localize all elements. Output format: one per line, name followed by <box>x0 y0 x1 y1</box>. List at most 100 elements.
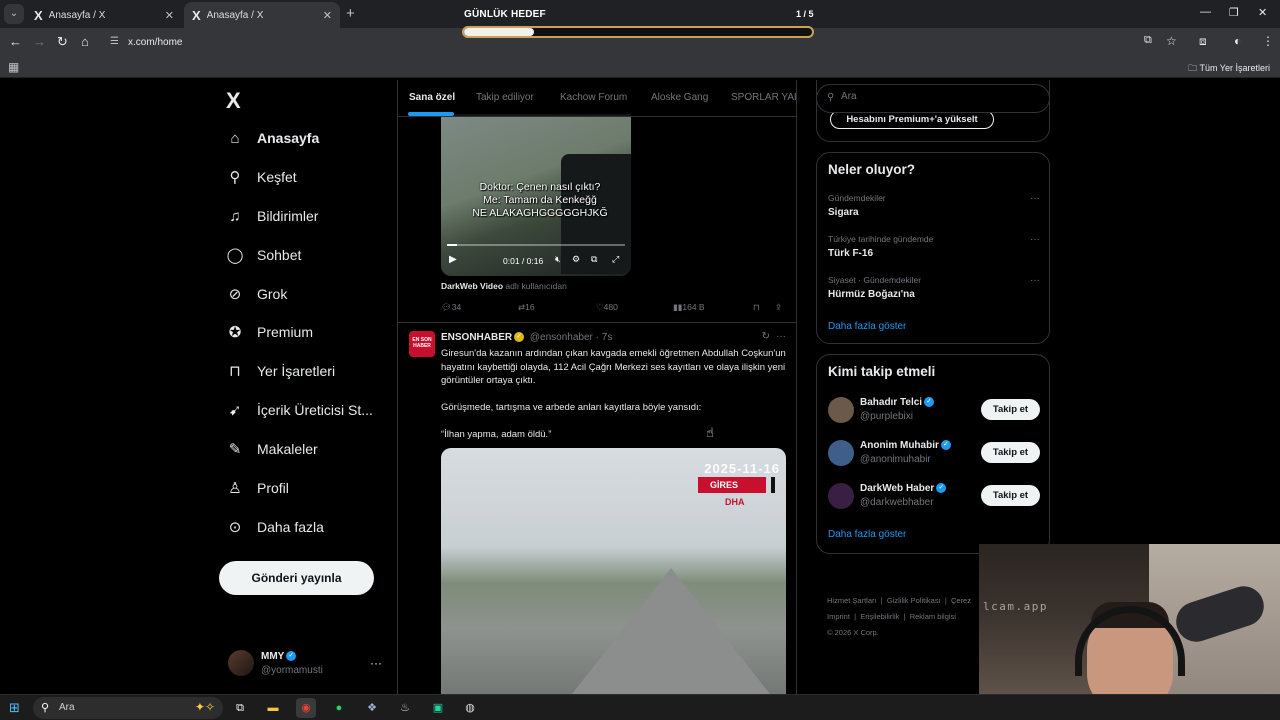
spotify-icon[interactable]: ● <box>329 698 349 718</box>
app-icon[interactable]: ◍ <box>460 698 480 718</box>
minimize-icon[interactable]: — <box>1200 6 1211 18</box>
avatar[interactable]: EN SON HABER <box>409 331 435 357</box>
tab-for-you[interactable]: Sana özel <box>409 92 455 103</box>
tab-following[interactable]: Takip ediliyor <box>476 92 534 103</box>
video-credit-name[interactable]: DarkWeb Video <box>441 281 503 291</box>
file-explorer-icon[interactable]: ▬ <box>263 698 283 718</box>
browser-tab-1[interactable]: X Anasayfa / X ✕ <box>26 2 182 28</box>
video-progress[interactable] <box>447 244 625 246</box>
grok-explain-icon[interactable]: ↻ <box>762 331 770 342</box>
play-icon[interactable]: ▶ <box>449 254 457 265</box>
post-button[interactable]: Gönderi yayınla <box>219 561 374 595</box>
sidebar-item-creator-studio[interactable]: ➹ İçerik Üreticisi St... <box>226 397 373 423</box>
restore-icon[interactable]: ❐ <box>1229 6 1239 19</box>
taskbar-search[interactable]: ⚲ Ara ✦✧ <box>33 697 223 719</box>
pip-icon[interactable]: ⧉ <box>591 254 597 265</box>
follow-suggestion[interactable]: DarkWeb Haber ✓ @darkwebhaber Takip et <box>828 481 1040 511</box>
follow-button[interactable]: Takip et <box>981 485 1040 506</box>
follow-button[interactable]: Takip et <box>981 399 1040 420</box>
views-button[interactable]: ▮▮ 164 B <box>673 302 705 313</box>
search-input[interactable] <box>841 91 1031 102</box>
tab-sporlar[interactable]: SPORLAR YAP <box>731 92 796 103</box>
account-name-row: MMY ✓ <box>261 651 297 662</box>
new-tab-button[interactable]: + <box>346 5 355 22</box>
repost-button[interactable]: ⇄ 16 <box>518 302 535 313</box>
account-menu-icon[interactable]: ··· <box>370 656 382 670</box>
forward-icon[interactable]: → <box>33 34 46 49</box>
site-info-icon[interactable]: ☰ <box>110 36 119 47</box>
tab-aloske-gang[interactable]: Aloske Gang <box>651 92 708 103</box>
footer-link-privacy[interactable]: Gizlilik Politikası <box>887 596 941 605</box>
follow-suggestion[interactable]: Bahadır Telci ✓ @purplebixi Takip et <box>828 395 1040 425</box>
reload-icon[interactable]: ↻ <box>57 34 68 50</box>
app-icon[interactable]: ▣ <box>428 698 448 718</box>
bookmark-tweet-icon[interactable]: ⊓ <box>753 302 760 313</box>
sidebar-item-more[interactable]: ⊙ Daha fazla <box>226 514 324 540</box>
footer-link-terms[interactable]: Hizmet Şartları <box>827 596 877 605</box>
cast-icon[interactable]: ⧉ <box>1144 34 1152 47</box>
reply-button[interactable]: 💬︎ 34 <box>441 302 461 313</box>
follow-button[interactable]: Takip et <box>981 442 1040 463</box>
share-icon[interactable]: ⇪ <box>775 302 782 313</box>
task-view-icon[interactable]: ⧉ <box>230 698 250 718</box>
close-window-icon[interactable]: ✕ <box>1258 6 1267 19</box>
sidebar-item-chat[interactable]: ◯ Sohbet <box>226 242 302 268</box>
tweet-video[interactable]: Doktor: Çenen nasıl çıktı? Me: Tamam da K… <box>441 114 631 276</box>
app-icon[interactable]: ❖ <box>362 698 382 718</box>
all-bookmarks-link[interactable]: 🗀 Tüm Yer İşaretleri <box>1188 61 1270 77</box>
mute-icon[interactable]: 🔇︎ <box>555 254 561 265</box>
tweet-video-thumbnail[interactable]: 2025-11-16 GİRES DHA <box>441 448 786 694</box>
search-icon: ⚲ <box>827 92 835 103</box>
footer-link-ads-info[interactable]: Reklam bilgisi <box>910 612 956 621</box>
tweet-more-icon[interactable]: ··· <box>776 331 786 342</box>
tweet-header: ENSONHABER ✓ @ensonhaber · 7s <box>441 332 612 343</box>
tab-kachow-forum[interactable]: Kachow Forum <box>560 92 627 103</box>
back-icon[interactable]: ← <box>9 34 22 49</box>
browser-tab-2[interactable]: X Anasayfa / X ✕ <box>184 2 340 28</box>
trend-more-icon[interactable]: ··· <box>1030 275 1040 286</box>
browser-menu-icon[interactable]: ⋮ <box>1262 34 1274 48</box>
footer-link-accessibility[interactable]: Erişilebilirlik <box>860 612 899 621</box>
footer-link-cookies[interactable]: Çerez <box>951 596 971 605</box>
windows-start-icon[interactable]: ⊞ <box>9 700 20 716</box>
sidebar-item-grok[interactable]: ⊘ Grok <box>226 281 288 307</box>
chrome-icon[interactable]: ◉ <box>296 698 316 718</box>
sidebar-item-notifications[interactable]: ♫ Bildirimler <box>226 203 318 229</box>
fullscreen-icon[interactable]: ⤢ <box>612 254 619 265</box>
x-logo[interactable]: X <box>226 88 241 114</box>
account-switcher[interactable]: MMY ✓ @yormamusti ··· <box>228 650 386 680</box>
tweet[interactable]: EN SON HABER ENSONHABER ✓ @ensonhaber · 7… <box>398 323 796 694</box>
footer-link-imprint[interactable]: Imprint <box>827 612 850 621</box>
trend-item[interactable]: Türkiye tarihinde gündemde Türk F-16 ··· <box>828 234 1040 259</box>
steam-icon[interactable]: ♨ <box>395 698 415 718</box>
tweet-author[interactable]: ENSONHABER <box>441 332 512 343</box>
trend-more-icon[interactable]: ··· <box>1030 193 1040 204</box>
verified-badge-icon: ✓ <box>514 332 525 343</box>
sidebar-item-explore[interactable]: ⚲ Keşfet <box>226 164 297 190</box>
sidebar-item-home[interactable]: ⌂ Anasayfa <box>226 125 319 151</box>
who-to-follow-show-more-link[interactable]: Daha fazla göster <box>828 529 906 540</box>
trend-item[interactable]: Siyaset · Gündemdekiler Hürmüz Boğazı'na… <box>828 275 1040 300</box>
tab-search-icon[interactable]: ⌄ <box>4 4 24 24</box>
search-box[interactable]: ⚲ <box>816 84 1050 113</box>
tab-close-icon[interactable]: ✕ <box>165 9 174 22</box>
sidebar-item-articles[interactable]: ✎ Makaleler <box>226 436 318 462</box>
follow-suggestion[interactable]: Anonim Muhabir ✓ @anonimuhabir Takip et <box>828 438 1040 468</box>
url-field[interactable]: x.com/home <box>128 37 182 48</box>
tab-close-icon[interactable]: ✕ <box>323 9 332 22</box>
apps-grid-icon[interactable]: ▦ <box>8 60 19 74</box>
trend-item[interactable]: Gündemdekiler Sigara ··· <box>828 193 1040 218</box>
verified-badge-icon: ✓ <box>940 440 951 451</box>
profile-avatar-icon[interactable]: ◐ <box>1234 34 1241 48</box>
trends-show-more-link[interactable]: Daha fazla göster <box>828 321 906 332</box>
like-button[interactable]: ♡ 480 <box>596 302 618 313</box>
bookmark-star-icon[interactable]: ☆ <box>1166 34 1177 48</box>
extensions-icon[interactable]: ⧈ <box>1199 34 1207 49</box>
sidebar-item-bookmarks[interactable]: ⊓ Yer İşaretleri <box>226 358 335 384</box>
home-button-icon[interactable]: ⌂ <box>81 34 89 49</box>
sidebar-item-profile[interactable]: ♙ Profil <box>226 475 289 501</box>
sidebar-item-premium[interactable]: ✪ Premium <box>226 319 313 345</box>
video-controls: ▶ 0:01 / 0:16 🔇︎ ⚙ ⧉ ⤢ <box>441 242 631 276</box>
trend-more-icon[interactable]: ··· <box>1030 234 1040 245</box>
settings-icon[interactable]: ⚙ <box>572 254 580 265</box>
